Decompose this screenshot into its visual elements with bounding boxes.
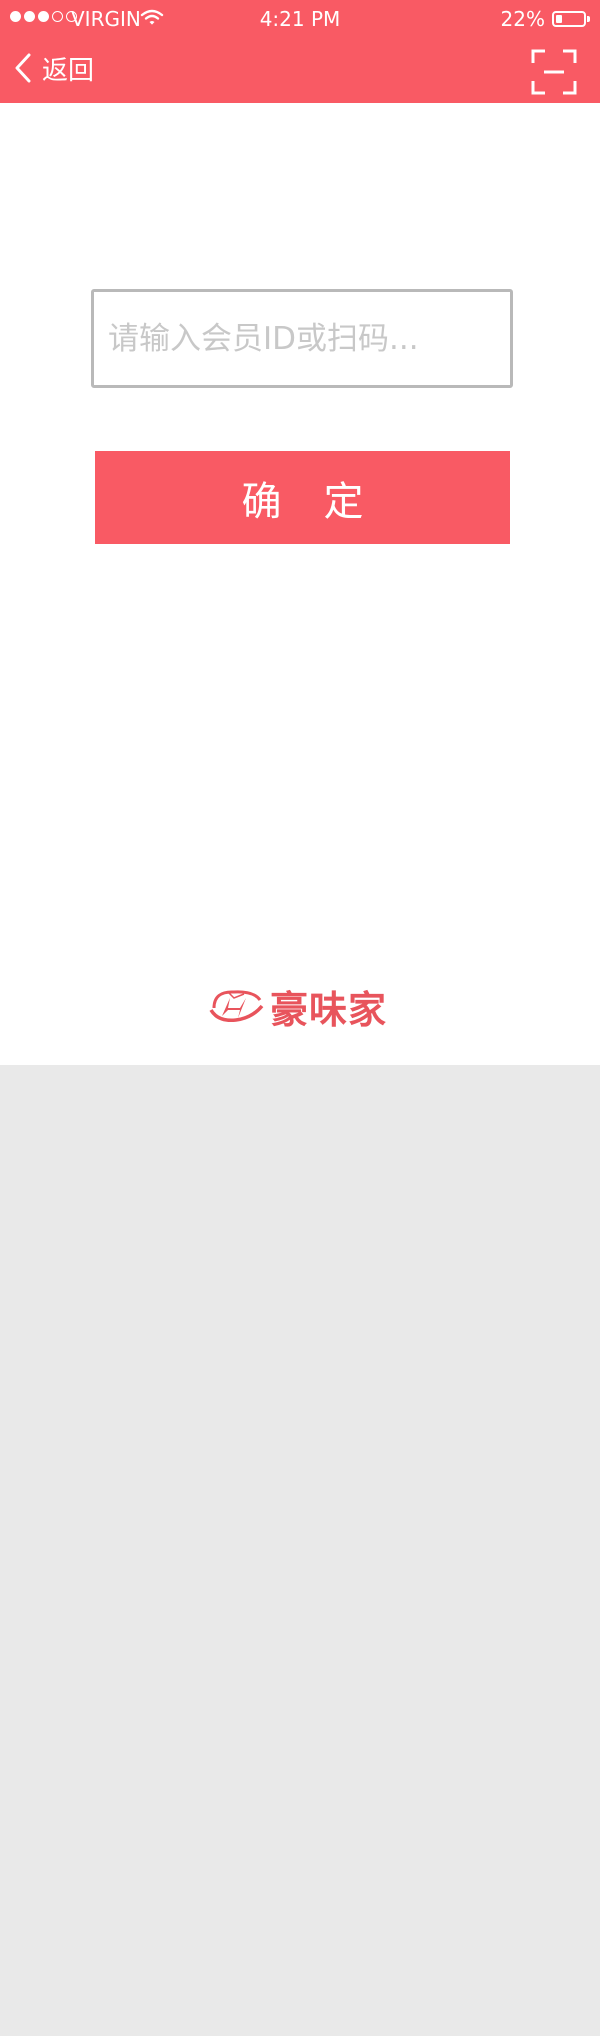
chevron-left-icon — [15, 53, 31, 83]
member-id-input[interactable] — [91, 289, 513, 388]
brand-logo: 豪味家 — [208, 983, 387, 1032]
battery-icon — [552, 11, 586, 27]
battery-terminal — [587, 16, 590, 22]
top-bar: VIRGIN 4:21 PM 22% 返回 — [0, 0, 600, 103]
brand-mark-icon — [209, 990, 264, 1023]
scan-frame-icon[interactable] — [531, 49, 577, 95]
confirm-button[interactable]: 确定 — [95, 451, 510, 544]
back-button[interactable]: 返回 — [14, 46, 94, 90]
back-button-label: 返回 — [42, 55, 95, 86]
battery-percentage: 22% — [500, 7, 545, 31]
brand-name: 豪味家 — [270, 987, 388, 1032]
main-content: 确定 豪味家 — [0, 103, 600, 1065]
battery-level-fill — [556, 15, 562, 23]
status-bar: VIRGIN 4:21 PM 22% — [0, 0, 600, 40]
